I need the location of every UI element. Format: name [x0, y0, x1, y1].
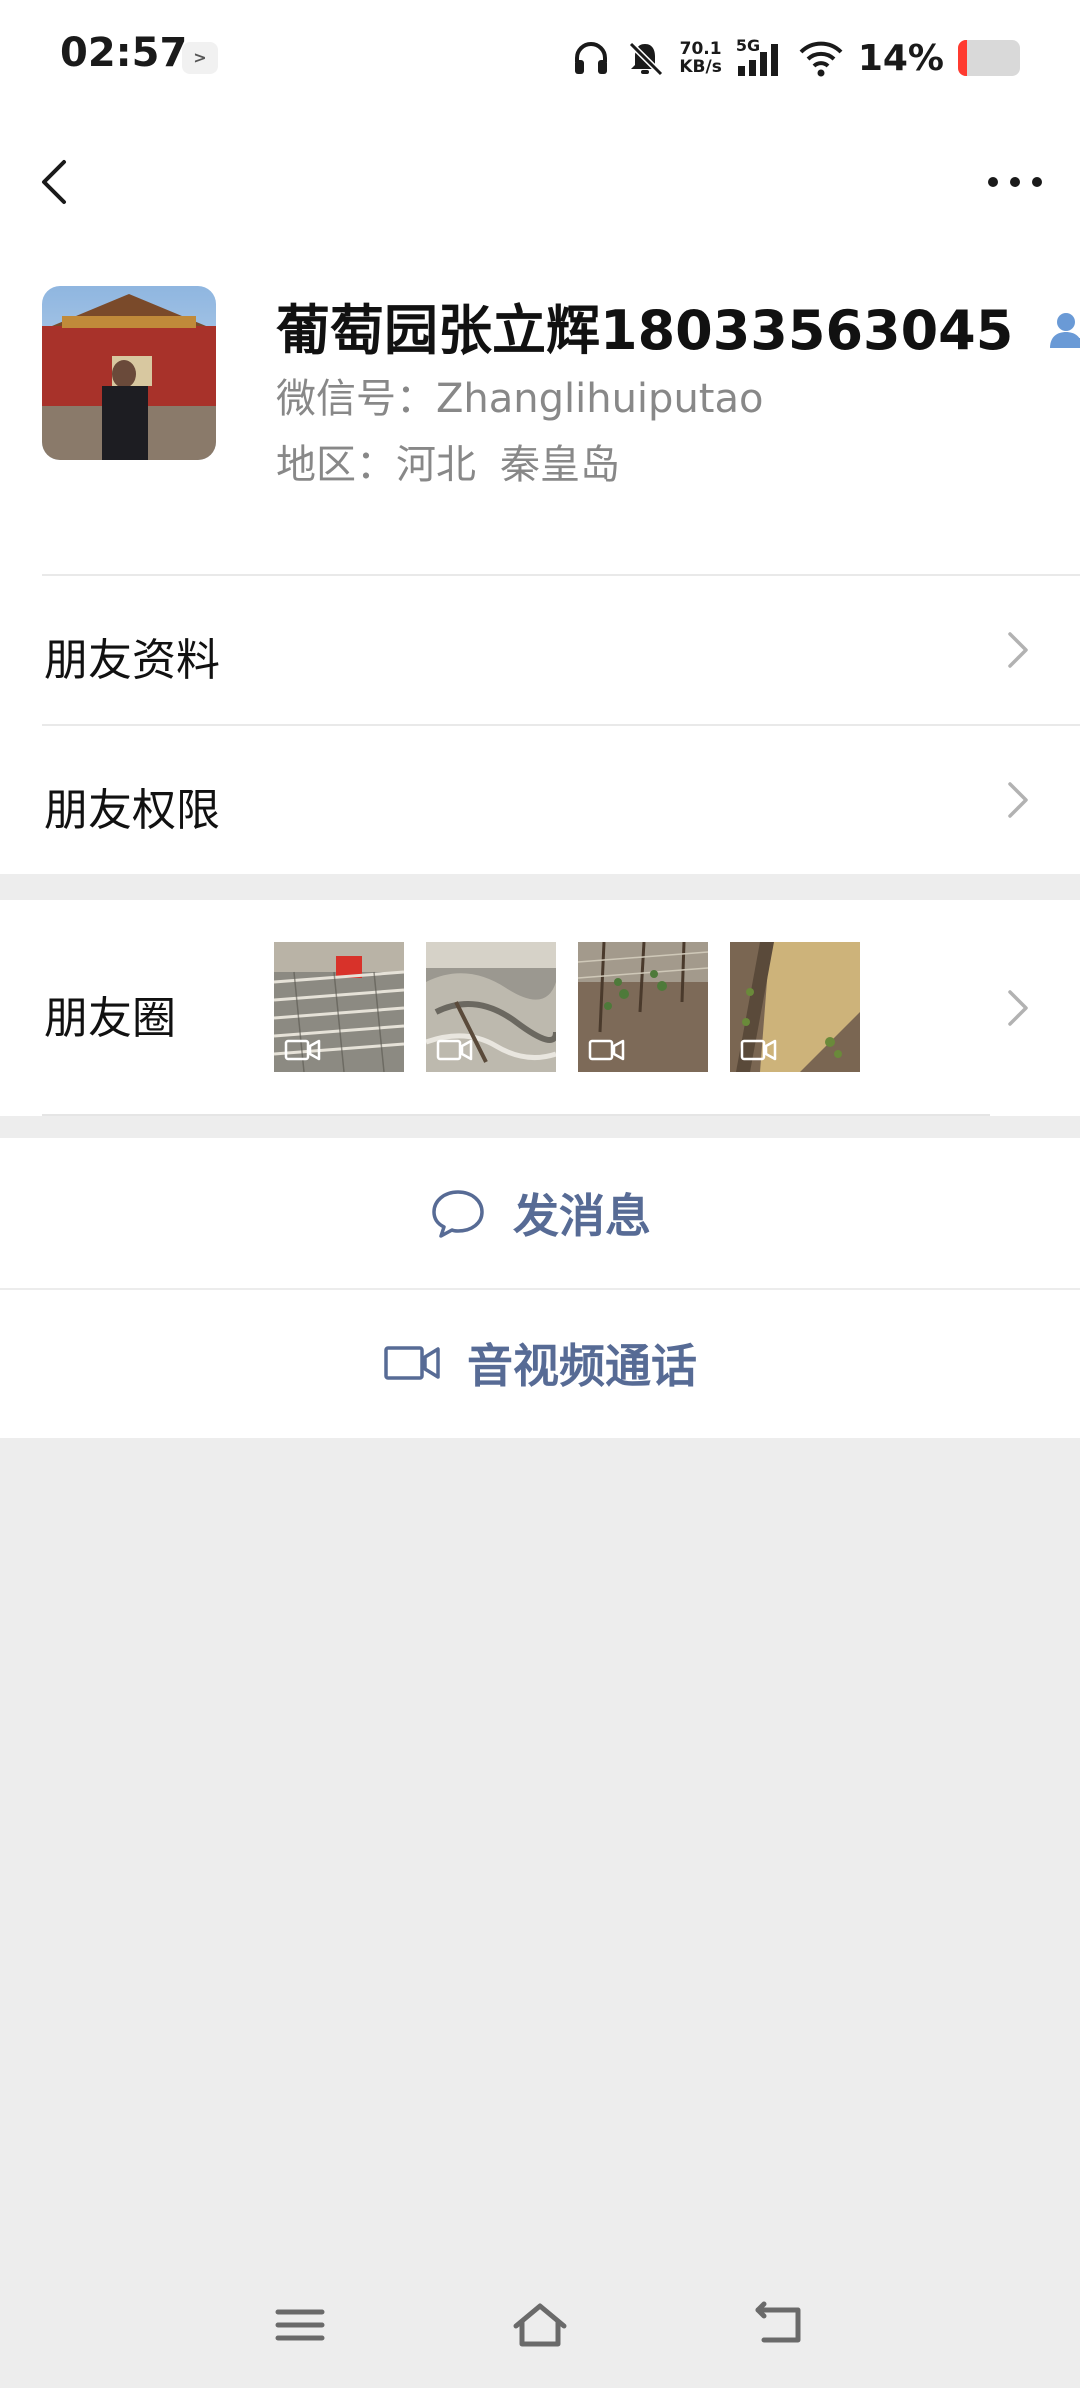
mute-bell-icon	[629, 41, 664, 77]
section-gap	[0, 1116, 1080, 1138]
region-city: 秦皇岛	[500, 442, 620, 488]
signal-icon: 5G	[736, 36, 784, 78]
wechat-id: 微信号：Zhanglihuiputao	[276, 376, 764, 422]
headphones-icon	[575, 42, 608, 74]
wifi-icon	[799, 41, 843, 77]
chevron-right-icon	[1008, 990, 1028, 1026]
contact-person-icon	[1050, 313, 1080, 349]
moments-thumbnails	[274, 942, 860, 1072]
nav-bar	[0, 116, 1080, 246]
back-nav-icon[interactable]	[750, 2300, 810, 2350]
chevron-right-icon	[1008, 782, 1028, 818]
battery-level	[958, 40, 967, 76]
moments-row[interactable]: 朋友圈	[0, 900, 1080, 1116]
video-icon	[588, 1039, 625, 1061]
status-bar: 02:57 > 70.1 KB/s 5G 14%	[0, 0, 1080, 116]
more-dots-icon[interactable]	[980, 152, 1050, 212]
notification-app-icon: >	[182, 42, 218, 74]
battery-icon	[958, 40, 1020, 76]
region: 地区：河北 秦皇岛	[276, 432, 620, 490]
avatar[interactable]	[42, 286, 216, 460]
divider	[0, 1288, 1080, 1290]
status-icons: 70.1 KB/s 5G 14%	[571, 30, 1020, 86]
friend-permissions-label: 朋友权限	[44, 785, 220, 836]
profile-name-text: 葡萄园张立辉18033563045	[276, 299, 1014, 362]
send-message-button[interactable]: 发消息	[0, 1138, 1080, 1288]
section-gap	[0, 874, 1080, 900]
video-call-button[interactable]: 音视频通话	[0, 1288, 1080, 1438]
friend-info-row[interactable]: 朋友资料	[0, 574, 1080, 724]
profile-name: 葡萄园张立辉18033563045	[276, 286, 1080, 365]
divider	[42, 724, 1080, 726]
friend-info-label: 朋友资料	[44, 635, 220, 686]
moment-thumbnail[interactable]	[730, 942, 860, 1072]
network-speed: 70.1 KB/s	[679, 40, 721, 76]
video-camera-icon	[384, 1346, 440, 1380]
battery-percent: 14%	[857, 37, 944, 79]
video-icon	[436, 1039, 473, 1061]
video-call-label: 音视频通话	[467, 1339, 697, 1393]
send-message-label: 发消息	[513, 1189, 651, 1243]
menu-icon[interactable]	[270, 2300, 330, 2350]
moment-thumbnail[interactable]	[274, 942, 404, 1072]
system-nav-bar	[0, 2280, 1080, 2370]
moment-thumbnail[interactable]	[578, 942, 708, 1072]
video-icon	[284, 1039, 321, 1061]
divider	[42, 574, 1080, 576]
home-icon[interactable]	[510, 2300, 570, 2350]
chat-bubble-icon	[432, 1190, 484, 1238]
friend-permissions-row[interactable]: 朋友权限	[0, 724, 1080, 874]
chevron-right-icon	[1008, 632, 1028, 668]
chevron-left-icon[interactable]	[30, 152, 80, 212]
moment-thumbnail[interactable]	[426, 942, 556, 1072]
profile-header: 葡萄园张立辉18033563045 微信号：Zhanglihuiputao 地区…	[0, 246, 1080, 574]
status-time: 02:57	[60, 30, 188, 76]
moments-label: 朋友圈	[44, 993, 176, 1044]
network-speed-unit: KB/s	[679, 57, 722, 77]
region-province: 地区：河北	[276, 442, 476, 488]
video-icon	[740, 1039, 777, 1061]
network-speed-value: 70.1	[679, 39, 722, 59]
